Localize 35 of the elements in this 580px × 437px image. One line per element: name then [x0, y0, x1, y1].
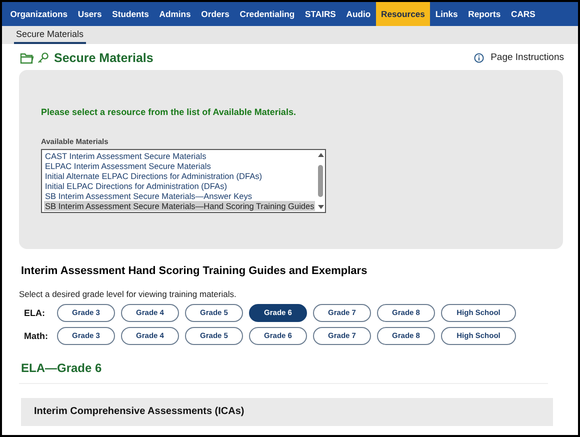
nav-tab[interactable]: Audio: [341, 2, 376, 26]
nav-tab[interactable]: Orders: [196, 2, 235, 26]
scroll-thumb[interactable]: [318, 165, 323, 197]
nav-tab[interactable]: Users: [72, 2, 107, 26]
scroll-up-icon[interactable]: [318, 152, 324, 157]
scroll-down-icon[interactable]: [318, 205, 324, 210]
nav-tab[interactable]: Reports: [462, 2, 506, 26]
section-heading: Interim Assessment Hand Scoring Training Guides and Exemplars: [21, 265, 368, 277]
prompt-text: Please select a resource from the list of Available Materials.: [41, 107, 297, 117]
list-option[interactable]: SB Interim Assessment Secure Materials—Answer Keys: [44, 191, 315, 201]
nav-tab[interactable]: CARS: [506, 2, 541, 26]
nav-tab[interactable]: Credentialing: [234, 2, 300, 26]
list-option[interactable]: Initial ELPAC Directions for Administration (DFAs): [44, 181, 315, 191]
nav-tab[interactable]: Resources: [376, 2, 430, 26]
nav-tab[interactable]: Admins: [154, 2, 196, 26]
materials-listbox[interactable]: [41, 149, 326, 213]
list-option[interactable]: Initial Alternate ELPAC Directions for Administration (DFAs): [44, 171, 315, 181]
subject-label: Math:: [24, 330, 49, 340]
nav-tab[interactable]: Students: [106, 2, 154, 26]
result-heading: ELA—Grade 6: [21, 361, 103, 375]
subject-label: ELA:: [24, 308, 46, 318]
nav-tab[interactable]: Organizations: [5, 2, 73, 26]
sub-nav-tab[interactable]: Secure Materials: [14, 26, 86, 44]
list-option[interactable]: SB Interim Assessment Secure Materials—Hand Scoring Training Guides: [44, 201, 315, 211]
folder-icon: [20, 52, 34, 64]
instruction-text: Select a desired grade level for viewing training materials.: [19, 289, 238, 299]
list-option[interactable]: CAST Interim Assessment Secure Materials: [44, 151, 315, 161]
key-icon: [37, 52, 49, 64]
accordion-header[interactable]: Interim Comprehensive Assessments (ICAs): [21, 398, 553, 426]
info-icon[interactable]: [474, 52, 484, 62]
list-option[interactable]: ELPAC Interim Assessment Secure Materials: [44, 161, 315, 171]
nav-tab[interactable]: STAIRS: [300, 2, 342, 26]
page-instructions-link[interactable]: Page Instructions: [490, 52, 564, 63]
page-title: Secure Materials: [54, 50, 154, 64]
nav-tab[interactable]: Links: [430, 2, 463, 26]
